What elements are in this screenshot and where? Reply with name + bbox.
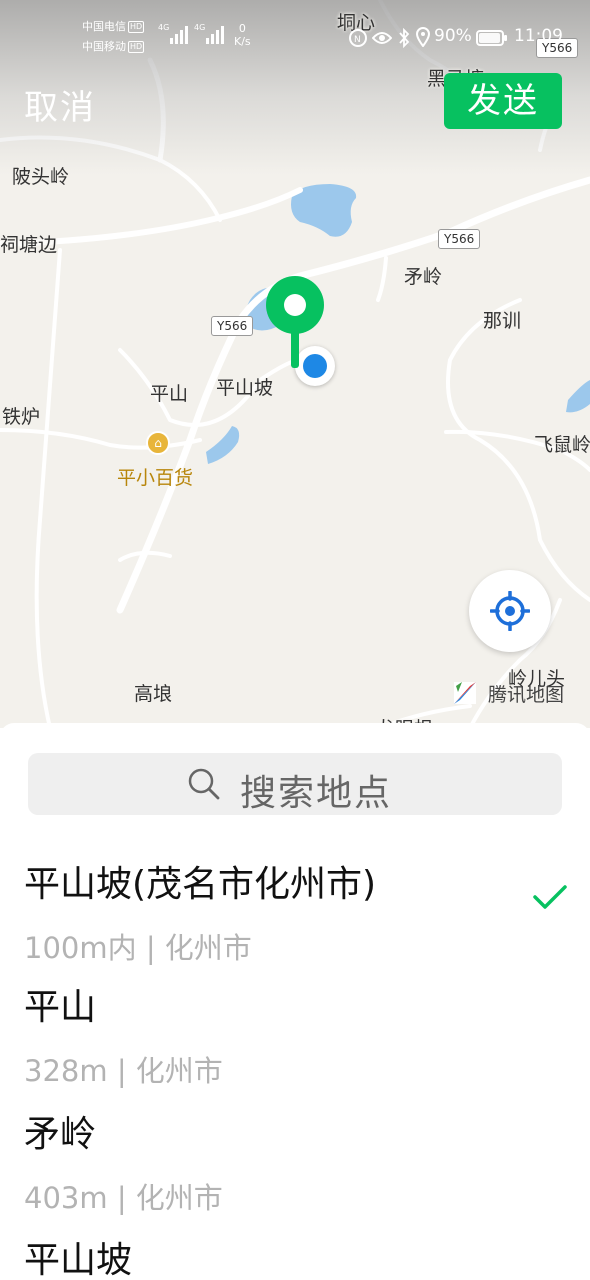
location-icon — [416, 27, 430, 47]
network-speed: 0 K/s — [234, 22, 251, 48]
crosshair-icon — [490, 591, 530, 631]
road-badge: Y566 — [438, 229, 481, 249]
store-poi-label[interactable]: 平小百货 — [117, 463, 193, 490]
result-meta: 328m | 化州市 — [24, 1054, 223, 1088]
battery-percent: 90% — [434, 26, 472, 46]
result-name: 平山 — [24, 987, 97, 1028]
location-pin-icon — [266, 276, 324, 368]
eye-icon — [372, 32, 392, 44]
tencent-map-logo-icon — [454, 682, 476, 704]
clock: 11:09 — [514, 26, 563, 46]
battery-icon — [476, 30, 507, 46]
check-icon — [533, 885, 567, 909]
carrier-1: 中国电信 HD — [82, 20, 145, 33]
search-input[interactable]: 搜索地点 — [28, 753, 562, 815]
carrier-2: 中国移动 HD — [82, 40, 145, 53]
search-icon — [188, 768, 220, 800]
place-label: 飞鼠岭 — [534, 434, 590, 456]
result-meta: 100m内 | 化州市 — [24, 931, 252, 965]
result-item[interactable]: 平山 328m | 化州市 — [0, 978, 590, 1102]
result-item-selected[interactable]: 平山坡(茂名市化州市) 100m内 | 化州市 — [0, 855, 590, 977]
signal-strength-icon: 4G — [158, 23, 188, 44]
hd-badge: HD — [128, 21, 145, 33]
send-button[interactable]: 发送 — [444, 73, 562, 129]
svg-text:4G: 4G — [158, 23, 169, 32]
location-results-panel: 搜索地点 平山坡(茂名市化州市) 100m内 | 化州市 平山 328m | 化… — [0, 723, 590, 1280]
map-provider-label: 腾讯地图 — [488, 684, 565, 706]
search-placeholder: 搜索地点 — [240, 773, 393, 814]
road-badge: Y566 — [211, 316, 254, 336]
place-label: 平山坡 — [216, 377, 274, 399]
cancel-button[interactable]: 取消 — [24, 80, 96, 129]
result-name: 平山坡 — [24, 1240, 133, 1280]
hd-badge: HD — [128, 41, 145, 53]
place-label: 矛岭 — [404, 266, 443, 288]
nfc-icon: N — [349, 29, 367, 47]
map-view[interactable]: 垌心 黑马塘 陂头岭 祠塘边 矛岭 那训 平山 平山坡 铁炉 飞鼠岭 高埌 岭儿… — [0, 0, 590, 728]
result-meta: 403m | 化州市 — [24, 1181, 223, 1215]
place-label: 那训 — [483, 310, 522, 332]
locate-me-button[interactable] — [469, 570, 551, 652]
place-label: 平山 — [150, 383, 189, 405]
result-item[interactable]: 平山坡 — [0, 1231, 590, 1280]
svg-text:4G: 4G — [194, 23, 205, 32]
result-item[interactable]: 矛岭 403m | 化州市 — [0, 1105, 590, 1229]
result-name: 矛岭 — [24, 1114, 97, 1155]
place-label: 祠塘边 — [0, 234, 58, 256]
status-bar: 中国电信 HD 中国移动 HD 4G 4G 0 K/s N 90% 11:09 — [0, 0, 590, 60]
result-name: 平山坡(茂名市化州市) — [24, 864, 377, 905]
place-label: 铁炉 — [2, 406, 41, 428]
store-poi-icon[interactable]: ⌂ — [146, 431, 170, 455]
location-picker-screen: 垌心 黑马塘 陂头岭 祠塘边 矛岭 那训 平山 平山坡 铁炉 飞鼠岭 高埌 岭儿… — [0, 0, 590, 1280]
place-label: 高埌 — [134, 683, 173, 705]
bluetooth-icon — [399, 28, 410, 48]
map-provider-logo: 腾讯地图 — [448, 676, 564, 714]
signal-strength-icon: 4G — [194, 23, 224, 44]
place-label: 陂头岭 — [12, 166, 70, 188]
svg-text:N: N — [354, 35, 361, 45]
